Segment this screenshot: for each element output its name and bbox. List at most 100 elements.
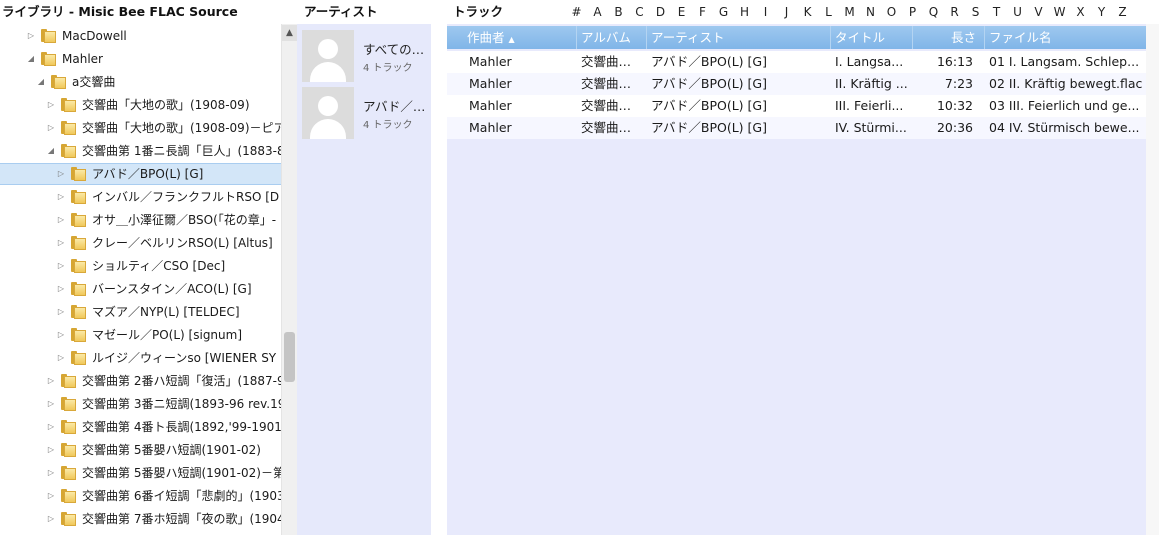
tree-scrollbar[interactable]: ▲ xyxy=(281,24,297,535)
alpha-jump-g[interactable]: G xyxy=(713,0,734,24)
expand-arrow-icon[interactable]: ▷ xyxy=(56,186,66,208)
alpha-jump-r[interactable]: R xyxy=(944,0,965,24)
alpha-jump-o[interactable]: O xyxy=(881,0,902,24)
folder-icon xyxy=(41,52,56,66)
expand-arrow-icon[interactable]: ▷ xyxy=(46,94,56,116)
column-filename[interactable]: ファイル名 xyxy=(985,26,1146,49)
expand-arrow-icon[interactable]: ▷ xyxy=(56,255,66,277)
folder-icon xyxy=(61,374,76,388)
expand-arrow-icon[interactable]: ▷ xyxy=(56,324,66,346)
tree-node-label: マゼール／PO(L) [signum] xyxy=(92,328,243,342)
expand-arrow-icon[interactable]: ▷ xyxy=(56,164,66,184)
collapse-arrow-icon[interactable]: ◢ xyxy=(46,140,56,162)
tree-node[interactable]: ▷ MacDowell xyxy=(0,25,281,47)
alpha-jump-q[interactable]: Q xyxy=(923,0,944,24)
collapse-arrow-icon[interactable]: ◢ xyxy=(26,48,36,70)
tree-node[interactable]: ▷ 交響曲第 7番ホ短調「夜の歌」(1904 xyxy=(0,508,281,530)
tree-node[interactable]: ◢ Mahler xyxy=(0,48,281,70)
tree-node[interactable]: ◢ 交響曲第 1番ニ長調「巨人」(1883-8 xyxy=(0,140,281,162)
tree-node[interactable]: ▷ 交響曲第 2番ハ短調「復活」(1887-9 xyxy=(0,370,281,392)
alpha-jump-w[interactable]: W xyxy=(1049,0,1070,24)
alpha-jump-p[interactable]: P xyxy=(902,0,923,24)
tree-node[interactable]: ▷ マズア／NYP(L) [TELDEC] xyxy=(0,301,281,323)
expand-arrow-icon[interactable]: ▷ xyxy=(46,393,56,415)
track-cell-album: 交響曲… xyxy=(581,54,632,69)
tree-node-label: ルイジ／ウィーンso [WIENER SY xyxy=(92,351,277,365)
track-row[interactable]: Mahler 交響曲… アバド／BPO(L) [G] III. Feierli... 1… xyxy=(447,95,1146,117)
track-row[interactable]: Mahler 交響曲… アバド／BPO(L) [G] IV. Stürmi... 20:… xyxy=(447,117,1146,139)
alpha-jump-u[interactable]: U xyxy=(1007,0,1028,24)
alpha-jump-s[interactable]: S xyxy=(965,0,986,24)
expand-arrow-icon[interactable]: ▷ xyxy=(46,485,56,507)
alpha-jump-l[interactable]: L xyxy=(818,0,839,24)
tree-node[interactable]: ▷ ショルティ／CSO [Dec] xyxy=(0,255,281,277)
expand-arrow-icon[interactable]: ▷ xyxy=(46,370,56,392)
tree-node[interactable]: ▷ インバル／フランクフルトRSO [D xyxy=(0,186,281,208)
alpha-jump-k[interactable]: K xyxy=(797,0,818,24)
column-composer[interactable]: 作曲者 ▲ xyxy=(463,26,577,49)
alpha-jump-t[interactable]: T xyxy=(986,0,1007,24)
sort-ascending-icon: ▲ xyxy=(508,35,515,44)
alpha-jump-f[interactable]: F xyxy=(692,0,713,24)
tree-node[interactable]: ▷ アバド／BPO(L) [G] xyxy=(0,163,281,185)
expand-arrow-icon[interactable]: ▷ xyxy=(46,117,56,139)
tree-node[interactable]: ▷ 交響曲第 4番ト長調(1892,'99-1901 xyxy=(0,416,281,438)
artist-item-all[interactable]: すべての… 4 トラック xyxy=(300,28,428,83)
alpha-jump-a[interactable]: A xyxy=(587,0,608,24)
tree-node[interactable]: ▷ ルイジ／ウィーンso [WIENER SY xyxy=(0,347,281,369)
alpha-jump-n[interactable]: N xyxy=(860,0,881,24)
scroll-up-arrow-icon[interactable]: ▲ xyxy=(282,25,297,41)
alpha-jump-i[interactable]: I xyxy=(755,0,776,24)
expand-arrow-icon[interactable]: ▷ xyxy=(56,347,66,369)
expand-arrow-icon[interactable]: ▷ xyxy=(46,508,56,530)
expand-arrow-icon[interactable]: ▷ xyxy=(56,278,66,300)
column-length[interactable]: 長さ xyxy=(913,26,985,49)
expand-arrow-icon[interactable]: ▷ xyxy=(56,209,66,231)
expand-arrow-icon[interactable]: ▷ xyxy=(56,301,66,323)
expand-arrow-icon[interactable]: ▷ xyxy=(56,232,66,254)
tree-node[interactable]: ▷ オサ＿小澤征爾／BSO(「花の章」- xyxy=(0,209,281,231)
alpha-jump-y[interactable]: Y xyxy=(1091,0,1112,24)
expand-arrow-icon[interactable]: ▷ xyxy=(46,416,56,438)
tree-node[interactable]: ▷ 交響曲第 6番イ短調「悲劇的」(1903 xyxy=(0,485,281,507)
expand-arrow-icon[interactable]: ▷ xyxy=(46,462,56,484)
alpha-jump-v[interactable]: V xyxy=(1028,0,1049,24)
column-composer-label: 作曲者 xyxy=(467,30,505,45)
expand-arrow-icon[interactable]: ▷ xyxy=(46,439,56,461)
track-cell-artist: アバド／BPO(L) [G] xyxy=(651,54,767,69)
tree-node[interactable]: ▷ 交響曲「大地の歌」(1908-09)－ピア xyxy=(0,117,281,139)
track-cell-composer: Mahler xyxy=(469,120,512,135)
track-row[interactable]: Mahler 交響曲… アバド／BPO(L) [G] I. Langsa... 16:1… xyxy=(447,51,1146,73)
tree-node[interactable]: ◢ a交響曲 xyxy=(0,71,281,93)
alpha-jump-c[interactable]: C xyxy=(629,0,650,24)
alpha-jump-h[interactable]: H xyxy=(734,0,755,24)
track-cell-length: 7:23 xyxy=(944,76,973,91)
alpha-jump-d[interactable]: D xyxy=(650,0,671,24)
alpha-jump-b[interactable]: B xyxy=(608,0,629,24)
track-cell-filename: 01 I. Langsam. Schlep... xyxy=(989,54,1140,69)
tree-node[interactable]: ▷ 交響曲第 3番ニ短調(1893-96 rev.19 xyxy=(0,393,281,415)
column-artist[interactable]: アーティスト xyxy=(647,26,831,49)
collapse-arrow-icon[interactable]: ◢ xyxy=(36,71,46,93)
tree-node[interactable]: ▷ 交響曲第 5番嬰ハ短調(1901-02)－第 xyxy=(0,462,281,484)
tree-node[interactable]: ▷ クレー／ベルリンRSO(L) [Altus] xyxy=(0,232,281,254)
alpha-jump-z[interactable]: Z xyxy=(1112,0,1133,24)
alpha-jump-e[interactable]: E xyxy=(671,0,692,24)
alpha-jump-hash[interactable]: # xyxy=(566,0,587,24)
alpha-jump-j[interactable]: J xyxy=(776,0,797,24)
column-album[interactable]: アルバム xyxy=(577,26,647,49)
tree-node[interactable]: ▷ バーンスタイン／ACO(L) [G] xyxy=(0,278,281,300)
alpha-jump-m[interactable]: M xyxy=(839,0,860,24)
tree-node[interactable]: ▷ 交響曲「大地の歌」(1908-09) xyxy=(0,94,281,116)
folder-icon xyxy=(61,443,76,457)
expand-arrow-icon[interactable]: ▷ xyxy=(26,25,36,47)
track-cell-composer: Mahler xyxy=(469,54,512,69)
column-title[interactable]: タイトル xyxy=(831,26,913,49)
folder-icon xyxy=(61,489,76,503)
tree-node[interactable]: ▷ マゼール／PO(L) [signum] xyxy=(0,324,281,346)
artist-item-abbado[interactable]: アバド／… 4 トラック xyxy=(300,85,428,140)
track-row[interactable]: Mahler 交響曲… アバド／BPO(L) [G] II. Kräftig ... 7… xyxy=(447,73,1146,95)
scroll-thumb[interactable] xyxy=(284,332,295,382)
alpha-jump-x[interactable]: X xyxy=(1070,0,1091,24)
tree-node[interactable]: ▷ 交響曲第 5番嬰ハ短調(1901-02) xyxy=(0,439,281,461)
